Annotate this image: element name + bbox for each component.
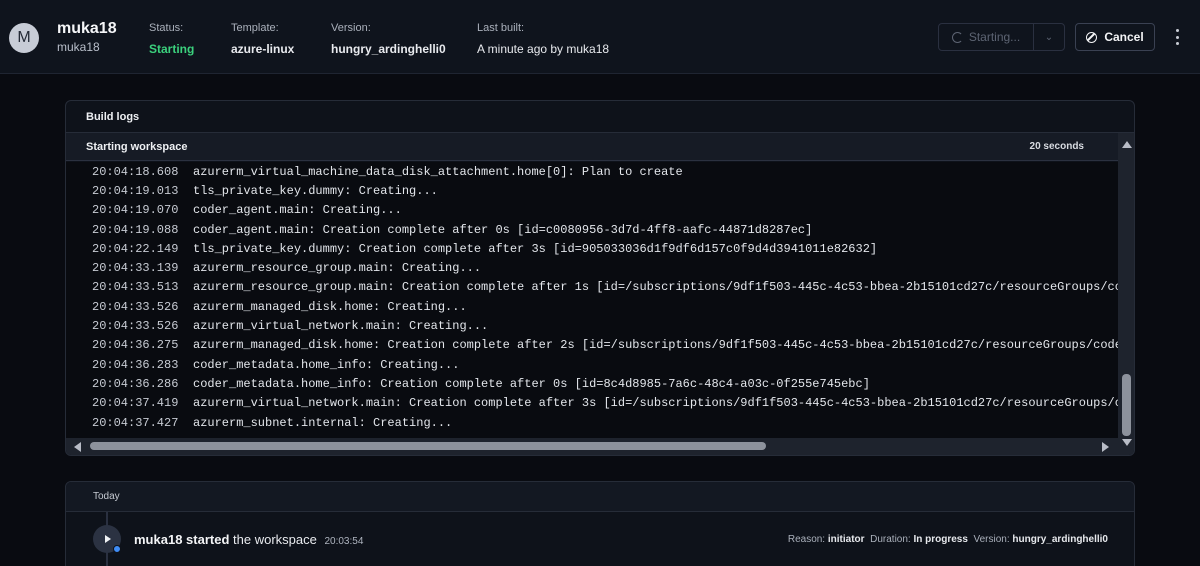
version-value[interactable]: hungry_ardinghelli0 — [331, 42, 446, 56]
log-message: azurerm_managed_disk.home: Creation comp… — [193, 338, 1118, 353]
log-line: 20:04:36.275 azurerm_managed_disk.home: C… — [66, 336, 1118, 355]
status-value: Starting — [149, 42, 195, 56]
scroll-down-icon[interactable] — [1122, 439, 1132, 446]
workspace-owner: muka18 — [57, 40, 100, 54]
template-stat: Template: azure-linux — [231, 22, 294, 56]
version-stat: Version: hungry_ardinghelli0 — [331, 22, 446, 56]
log-line: 20:04:19.088 coder_agent.main: Creation c… — [66, 220, 1118, 239]
log-message: coder_metadata.home_info: Creation compl… — [193, 376, 870, 391]
log-timestamp: 20:04:37.427 — [92, 415, 179, 430]
duration-value: In progress — [913, 534, 968, 545]
log-line: 20:04:19.013 tls_private_key.dummy: Creat… — [66, 181, 1118, 200]
log-line: 20:04:33.139 azurerm_resource_group.main:… — [66, 258, 1118, 277]
log-timestamp: 20:04:37.419 — [92, 396, 179, 411]
log-timestamp: 20:04:36.275 — [92, 338, 179, 353]
log-timestamp: 20:04:33.139 — [92, 261, 179, 276]
status-dot — [113, 545, 121, 553]
log-line: 20:04:36.286 coder_metadata.home_info: Cr… — [66, 374, 1118, 393]
cancel-icon — [1086, 31, 1098, 43]
version-meta-label: Version: — [973, 534, 1013, 545]
log-timestamp: 20:04:36.286 — [92, 376, 179, 391]
chevron-down-icon[interactable]: ⌄ — [1034, 24, 1064, 50]
duration-label: Duration: — [870, 534, 914, 545]
log-message: azurerm_resource_group.main: Creation co… — [193, 280, 1118, 295]
log-timestamp: 20:04:19.070 — [92, 203, 179, 218]
log-message: azurerm_virtual_machine_data_disk_attach… — [193, 164, 683, 179]
log-message: coder_agent.main: Creation complete afte… — [193, 222, 813, 237]
timeline-user: muka18 — [134, 532, 183, 547]
log-line: 20:04:33.526 azurerm_managed_disk.home: C… — [66, 297, 1118, 316]
stage-duration: 20 seconds — [1029, 141, 1084, 152]
scroll-right-icon[interactable] — [1102, 442, 1109, 452]
log-line: 20:04:36.283 coder_metadata.home_info: Cr… — [66, 355, 1118, 374]
log-timestamp: 20:04:33.526 — [92, 319, 179, 334]
log-line: 20:04:33.526 azurerm_virtual_network.main… — [66, 316, 1118, 335]
log-timestamp: 20:04:36.283 — [92, 357, 179, 372]
timeline-date-header: Today — [66, 482, 1134, 512]
vertical-scrollbar[interactable] — [1118, 133, 1134, 455]
log-message: azurerm_managed_disk.home: Creating... — [193, 299, 467, 314]
log-timestamp: 20:04:33.513 — [92, 280, 179, 295]
log-message: coder_metadata.home_info: Creating... — [193, 357, 460, 372]
starting-button[interactable]: Starting... — [939, 24, 1034, 50]
workspace-name: muka18 — [57, 20, 117, 37]
log-output[interactable]: 20:04:18.608 azurerm_virtual_machine_data… — [66, 162, 1118, 438]
log-timestamp: 20:04:19.088 — [92, 222, 179, 237]
timeline-time: 20:03:54 — [324, 536, 364, 547]
cancel-button-label: Cancel — [1104, 30, 1144, 44]
timeline-card: Today muka18 started the workspace 20:03… — [65, 481, 1135, 566]
scroll-up-icon[interactable] — [1122, 141, 1132, 148]
log-message: azurerm_resource_group.main: Creating... — [193, 261, 482, 276]
start-button-group: Starting... ⌄ — [938, 23, 1065, 51]
reason-value: initiator — [827, 534, 865, 545]
log-line: 20:04:19.070 coder_agent.main: Creating..… — [66, 201, 1118, 220]
version-label: Version: — [331, 22, 371, 34]
stage-name: Starting workspace — [86, 140, 188, 153]
log-message: azurerm_subnet.internal: Creating... — [193, 415, 453, 430]
log-message: azurerm_virtual_network.main: Creating..… — [193, 319, 489, 334]
build-logs-title: Build logs — [66, 101, 1134, 133]
horizontal-scrollbar[interactable] — [66, 438, 1118, 455]
log-line: 20:04:33.513 azurerm_resource_group.main:… — [66, 278, 1118, 297]
status-stat: Status: Starting — [149, 22, 194, 56]
last-built-value: A minute ago by muka18 — [477, 42, 610, 56]
version-meta-value: hungry_ardinghelli0 — [1012, 534, 1108, 545]
template-label: Template: — [231, 22, 279, 34]
log-line: 20:04:37.419 azurerm_virtual_network.main… — [66, 394, 1118, 413]
log-message: coder_agent.main: Creating... — [193, 203, 402, 218]
timeline-meta: Reason: initiator Duration: In progress … — [788, 534, 1108, 545]
scroll-left-icon[interactable] — [74, 442, 81, 452]
avatar: M — [9, 23, 39, 53]
log-message: tls_private_key.dummy: Creating... — [193, 183, 438, 198]
last-built-label: Last built: — [477, 22, 525, 34]
horizontal-scroll-thumb[interactable] — [90, 442, 766, 450]
log-timestamp: 20:04:33.526 — [92, 299, 179, 314]
vertical-scroll-thumb[interactable] — [1122, 374, 1131, 436]
timeline-action-rest: the workspace — [229, 532, 317, 547]
log-message: azurerm_virtual_network.main: Creation c… — [193, 396, 1118, 411]
log-timestamp: 20:04:19.013 — [92, 183, 179, 198]
spinner-icon — [951, 31, 963, 43]
workspace-header: M muka18 muka18 Status: Starting Templat… — [0, 0, 1200, 74]
timeline-entry-text: muka18 started the workspace 20:03:54 — [134, 532, 363, 547]
timeline-action: started — [186, 532, 230, 547]
log-timestamp: 20:04:18.608 — [92, 164, 179, 179]
log-line: 20:04:18.608 azurerm_virtual_machine_data… — [66, 162, 1118, 181]
template-value[interactable]: azure-linux — [231, 42, 294, 56]
starting-button-label: Starting... — [968, 30, 1021, 44]
log-timestamp: 20:04:22.149 — [92, 241, 179, 256]
last-built-stat: Last built: A minute ago by muka18 — [477, 22, 609, 56]
log-line: 20:04:37.427 azurerm_subnet.internal: Cre… — [66, 413, 1118, 432]
build-logs-card: Build logs Starting workspace 20 seconds… — [65, 100, 1135, 456]
status-label: Status: — [149, 22, 184, 34]
stage-header: Starting workspace 20 seconds — [66, 133, 1118, 161]
reason-label: Reason: — [787, 534, 828, 545]
log-message: tls_private_key.dummy: Creation complete… — [193, 241, 878, 256]
log-line: 20:04:22.149 tls_private_key.dummy: Creat… — [66, 239, 1118, 258]
more-options-icon[interactable] — [1172, 27, 1182, 47]
cancel-button[interactable]: Cancel — [1075, 23, 1155, 51]
